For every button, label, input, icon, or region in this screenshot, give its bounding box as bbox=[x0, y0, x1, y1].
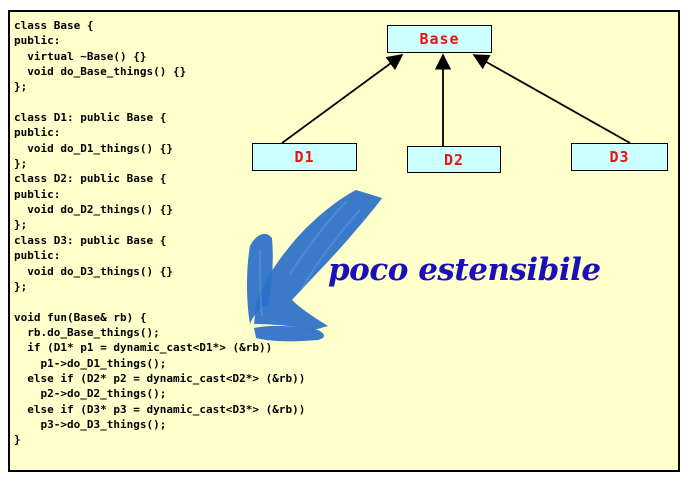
slide: class Base {public: virtual ~Base() {} v… bbox=[8, 10, 680, 472]
brush-arrow-icon bbox=[247, 190, 382, 342]
annotation-text: poco estensibile bbox=[328, 252, 601, 288]
